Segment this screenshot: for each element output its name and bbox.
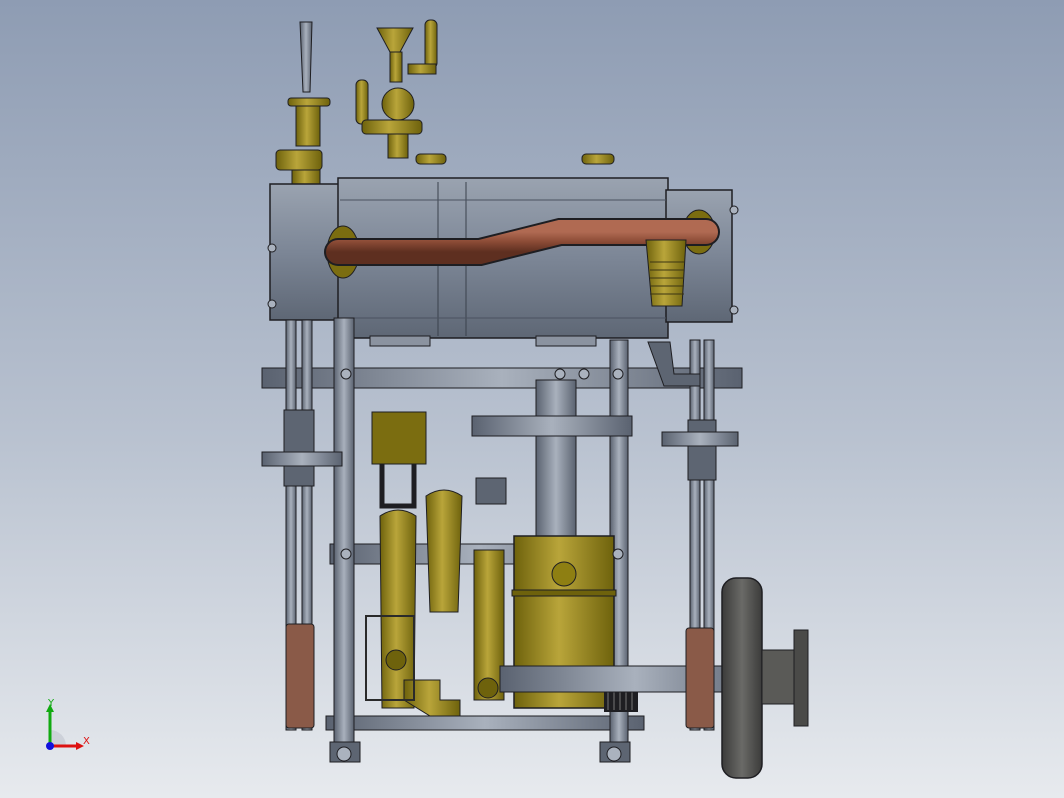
axis-triad-graphic <box>46 704 84 750</box>
y-axis-label: Y <box>48 698 55 709</box>
valve-linkages[interactable] <box>261 341 739 505</box>
pump-assembly[interactable] <box>365 411 505 717</box>
center-valve-assembly[interactable] <box>355 19 615 165</box>
z-axis-point <box>46 742 54 750</box>
steam-engine-model[interactable] <box>0 0 1064 798</box>
axis-triad: X Y <box>38 696 98 756</box>
cad-viewport[interactable]: X Y <box>0 0 1064 798</box>
x-axis-label: X <box>83 736 90 747</box>
flywheel[interactable] <box>721 577 809 779</box>
